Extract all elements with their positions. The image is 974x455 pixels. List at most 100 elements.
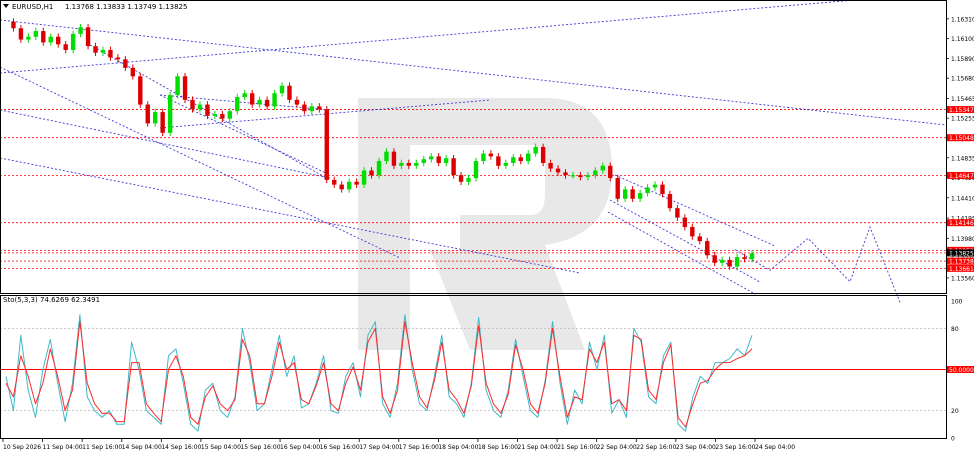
time-axis-label: 17 Sep 16:00 bbox=[399, 444, 439, 451]
candle-body bbox=[376, 161, 382, 176]
candle-body bbox=[682, 217, 688, 228]
candle-body bbox=[41, 31, 46, 43]
stochastic-axis-label: 100 bbox=[951, 299, 963, 306]
price-axis-label: 1.14410 bbox=[951, 195, 974, 202]
candle-body bbox=[33, 31, 39, 37]
candle-body bbox=[443, 158, 449, 163]
candle-body bbox=[249, 93, 255, 105]
price-tag-label: 1.13661 bbox=[949, 266, 974, 273]
candle-body bbox=[660, 184, 665, 195]
candle-body bbox=[160, 112, 165, 133]
candle-body bbox=[473, 161, 479, 179]
candle-body bbox=[346, 181, 352, 190]
candle-body bbox=[630, 189, 635, 199]
price-tag-label: 1.14146 bbox=[949, 220, 974, 227]
candle-body bbox=[145, 104, 150, 124]
forecast-path bbox=[734, 225, 901, 303]
candle-body bbox=[354, 181, 359, 185]
candle-body bbox=[578, 175, 583, 178]
candle-body bbox=[637, 193, 643, 199]
candle-body bbox=[257, 99, 262, 105]
candle-body bbox=[466, 178, 471, 182]
candle-body bbox=[570, 175, 576, 177]
candle-body bbox=[324, 109, 329, 180]
candle-body bbox=[279, 85, 285, 94]
collapse-arrow-icon[interactable] bbox=[3, 4, 9, 8]
time-axis-label: 14 Sep 16:00 bbox=[161, 444, 201, 451]
candle-body bbox=[548, 162, 553, 169]
candle-body bbox=[309, 106, 315, 112]
candle-body bbox=[130, 67, 136, 77]
candle-body bbox=[242, 93, 247, 98]
candle-body bbox=[622, 189, 628, 199]
candle-body bbox=[384, 151, 389, 162]
candle-body bbox=[175, 76, 180, 96]
candle-body bbox=[18, 28, 24, 40]
price-axis-label: 1.16310 bbox=[951, 16, 974, 23]
candle-body bbox=[719, 259, 725, 263]
candle-body bbox=[600, 165, 605, 171]
candle-body bbox=[645, 187, 650, 194]
candle-body bbox=[451, 158, 456, 176]
watermark-r-shape bbox=[358, 98, 612, 350]
candle-body bbox=[690, 227, 695, 237]
price-tag-label: 1.15048 bbox=[949, 135, 974, 142]
chart-root: 1.16310 1.16100 1.15890 1.15680 1.15465 1.152… bbox=[0, 0, 974, 451]
candle-body bbox=[488, 153, 494, 157]
candle-body bbox=[93, 46, 98, 53]
candle-body bbox=[511, 157, 516, 163]
candle-body bbox=[108, 49, 113, 58]
trendline bbox=[614, 174, 776, 247]
candle-body bbox=[227, 111, 232, 119]
candle-body bbox=[749, 253, 755, 260]
ohlc-values: 1.13768 1.13833 1.13749 1.13825 bbox=[65, 3, 187, 11]
candle-body bbox=[675, 208, 680, 218]
time-axis-label: 17 Sep 04:00 bbox=[359, 444, 399, 451]
candle-body bbox=[100, 49, 106, 53]
price-axis-label: 1.15465 bbox=[951, 96, 974, 103]
candle-body bbox=[264, 99, 270, 107]
time-axis-label: 21 Sep 04:00 bbox=[518, 444, 558, 451]
time-axis-label: 22 Sep 04:00 bbox=[597, 444, 637, 451]
time-axis-label: 11 Sep 04:00 bbox=[43, 444, 83, 451]
candle-body bbox=[339, 184, 344, 190]
candle-body bbox=[78, 27, 83, 34]
price-axis-label: 1.15255 bbox=[951, 116, 974, 123]
candle-body bbox=[123, 59, 128, 68]
candle-body bbox=[205, 104, 210, 116]
candle-body bbox=[429, 156, 434, 160]
candle-body bbox=[182, 76, 188, 100]
candle-body bbox=[652, 184, 658, 188]
candle-body bbox=[115, 57, 121, 60]
candle-body bbox=[190, 99, 195, 110]
candle-body bbox=[167, 95, 173, 133]
stochastic-axis-label: 0 bbox=[951, 436, 955, 443]
stochastic-level-tag: 50.0000 bbox=[949, 367, 974, 374]
candle-body bbox=[458, 175, 464, 182]
candle-body bbox=[496, 156, 501, 166]
candle-body bbox=[197, 104, 203, 110]
candle-body bbox=[734, 257, 740, 267]
candle-body bbox=[212, 113, 218, 116]
candle-body bbox=[540, 146, 546, 163]
candle-body bbox=[361, 170, 367, 185]
trendline bbox=[0, 109, 331, 179]
candle-body bbox=[585, 175, 591, 178]
candle-body bbox=[608, 165, 613, 179]
price-axis-label: 1.15890 bbox=[951, 56, 974, 63]
price-tag-label: 1.15347 bbox=[949, 107, 974, 114]
candle-body bbox=[369, 170, 374, 176]
trendline bbox=[0, 66, 401, 259]
candle-body bbox=[406, 162, 412, 166]
time-axis-label: 18 Sep 16:00 bbox=[478, 444, 518, 451]
candle-body bbox=[317, 106, 322, 110]
symbol-label: EURUSD,H1 bbox=[12, 3, 53, 11]
time-axis-label: 15 Sep 04:00 bbox=[201, 444, 241, 451]
time-axis-label: 24 Sep 04:00 bbox=[755, 444, 795, 451]
time-axis-label: 16 Sep 04:00 bbox=[280, 444, 320, 451]
candle-body bbox=[421, 159, 426, 163]
candle-body bbox=[294, 99, 300, 105]
time-axis-label: 18 Sep 04:00 bbox=[438, 444, 478, 451]
candle-body bbox=[153, 112, 158, 124]
candle-body bbox=[56, 36, 61, 45]
